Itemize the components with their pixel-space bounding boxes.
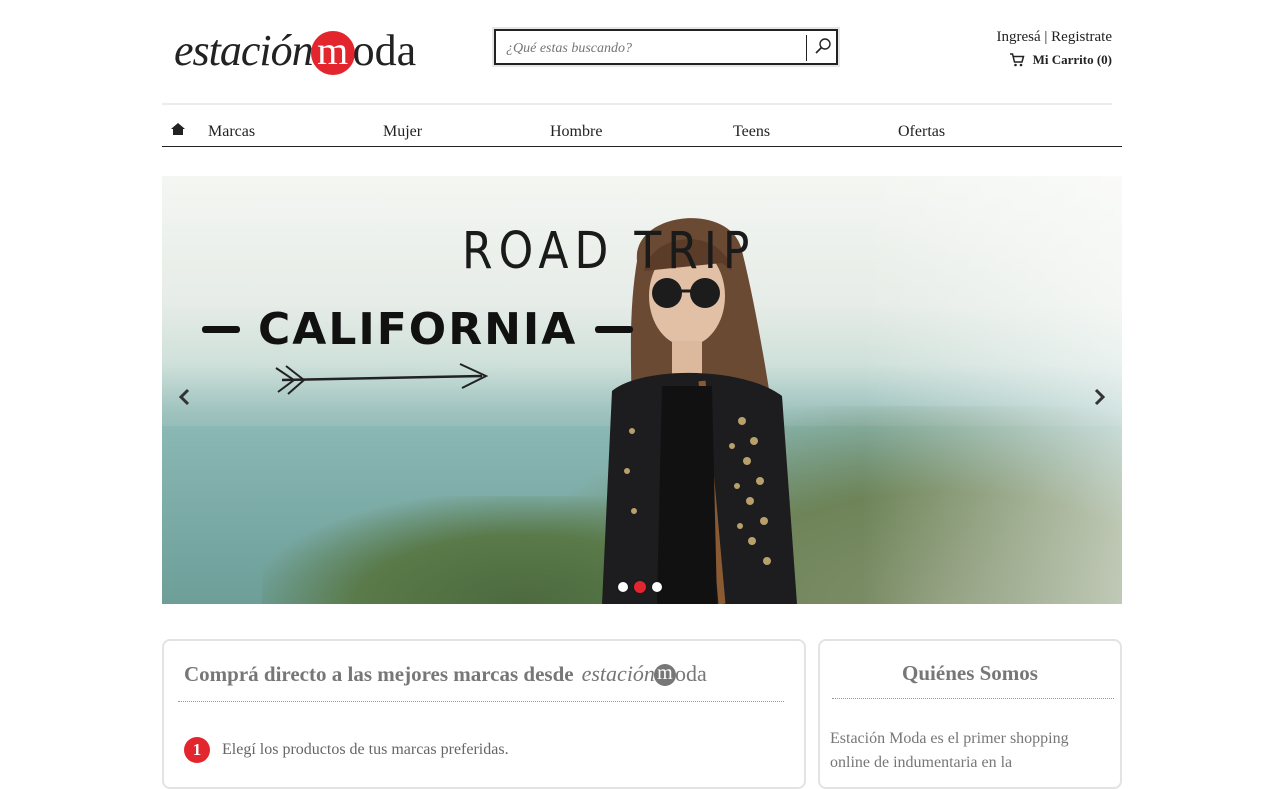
hero-carousel[interactable]: ROAD TRIP CALIFORNIA [162,176,1122,604]
cart-icon [1009,53,1025,67]
search-input[interactable] [504,37,798,61]
step-1: 1 Elegí los productos de tus marcas pref… [184,737,509,763]
hero-heading-road-trip: ROAD TRIP [462,222,756,281]
inline-logo: estación m oda [582,661,707,687]
search-button[interactable] [812,36,834,58]
nav-item-hombre[interactable]: Hombre [550,123,602,141]
cart-label: Mi Carrito (0) [1032,52,1112,67]
nav-item-ofertas[interactable]: Ofertas [898,123,945,141]
search-box [494,29,838,65]
auth-links: Ingresá | Registrate [997,29,1113,46]
nav-item-marcas[interactable]: Marcas [208,123,255,141]
header-divider [162,103,1112,105]
chevron-left-icon [178,388,190,406]
inline-logo-text-estacion: estación [581,661,655,686]
hero-dash-left [202,326,240,333]
inline-logo-text-oda: oda [674,661,707,686]
auth-separator: | [1044,29,1048,45]
step-1-text: Elegí los productos de tus marcas prefer… [222,741,509,758]
register-link[interactable]: Registrate [1051,29,1112,45]
about-title: Quiénes Somos [902,661,1038,685]
hero-dash-right [595,326,634,333]
how-it-works-panel: Comprá directo a las mejores marcas desd… [162,639,806,789]
nav-item-mujer[interactable]: Mujer [383,123,422,141]
carousel-dots [618,581,662,593]
logo[interactable]: estación m oda [174,20,416,80]
main-nav: Marcas Mujer Hombre Teens Ofertas [162,116,1122,147]
login-link[interactable]: Ingresá [997,29,1041,45]
nav-item-teens[interactable]: Teens [733,123,770,141]
about-divider [832,698,1114,699]
carousel-prev-button[interactable] [172,382,196,412]
hero-heading-california-text: CALIFORNIA [258,304,578,355]
carousel-dot-1[interactable] [618,582,628,592]
carousel-dot-3[interactable] [652,582,662,592]
search-divider [806,35,807,61]
logo-text-oda: oda [352,25,417,75]
search-icon [815,38,831,54]
carousel-dot-2[interactable] [634,581,646,593]
chevron-right-icon [1094,388,1106,406]
about-panel: Quiénes Somos Estación Moda es el primer… [818,639,1122,789]
inline-logo-m-circle: m [653,663,676,686]
how-it-works-divider [178,701,784,702]
hero-haze [862,176,1122,604]
how-it-works-title-text: Comprá directo a las mejores marcas desd… [184,661,574,686]
cart-link[interactable]: Mi Carrito (0) [1009,52,1112,68]
logo-text-estacion: estación [174,25,314,75]
hero-heading-california: CALIFORNIA [202,304,634,355]
step-1-number: 1 [184,737,210,763]
carousel-next-button[interactable] [1088,382,1112,412]
about-text: Estación Moda es el primer shopping onli… [830,730,1069,771]
how-it-works-title: Comprá directo a las mejores marcas desd… [184,661,707,687]
logo-m-circle: m [310,31,355,75]
hero-arrow-graphic [275,363,489,395]
nav-home[interactable] [171,122,185,140]
home-icon [171,123,185,135]
